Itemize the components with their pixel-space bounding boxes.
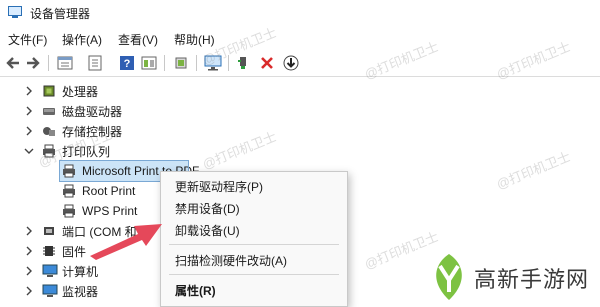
logo-text: 高新手游网 [474, 267, 590, 292]
menu-update-driver[interactable]: 更新驱动程序(P) [175, 178, 263, 195]
menu-view[interactable]: 查看(V) [118, 31, 158, 48]
help-icon[interactable]: ? [118, 54, 136, 72]
tree-item-label: 固件 [62, 244, 87, 259]
back-arrow-icon[interactable] [4, 54, 22, 72]
tree-item-printer-root[interactable]: Root Print [62, 181, 135, 201]
disk-drive-icon [42, 104, 56, 118]
tree-item-label: 处理器 [62, 84, 99, 99]
menu-bar: 文件(F) 操作(A) 查看(V) 帮助(H) [0, 28, 600, 50]
tree-item-computer[interactable]: 计算机 [42, 261, 98, 281]
monitor-icon [42, 284, 58, 298]
context-menu: 更新驱动程序(P) 禁用设备(D) 卸载设备(U) 扫描检测硬件改动(A) 属性… [160, 171, 348, 307]
computer-icon [42, 264, 58, 278]
properties-icon[interactable] [56, 54, 74, 72]
chevron-right-icon[interactable] [24, 126, 34, 136]
firmware-icon [42, 244, 56, 258]
menu-disable-device[interactable]: 禁用设备(D) [175, 200, 240, 217]
device-manager-icon [8, 6, 22, 18]
site-logo: 高新手游网 [418, 248, 600, 306]
tree-item-label: Root Print [82, 184, 136, 198]
svg-text:?: ? [124, 58, 131, 70]
menu-separator [169, 244, 339, 245]
tree-item-monitors[interactable]: 监视器 [42, 281, 98, 301]
update-driver-icon[interactable] [86, 54, 104, 72]
menu-action[interactable]: 操作(A) [62, 31, 102, 48]
menu-uninstall-device[interactable]: 卸载设备(U) [175, 222, 240, 239]
chevron-right-icon[interactable] [24, 246, 34, 256]
chevron-right-icon[interactable] [24, 286, 34, 296]
tree-item-processor[interactable]: 处理器 [42, 81, 98, 101]
menu-help[interactable]: 帮助(H) [174, 31, 215, 48]
scan-hardware-icon[interactable] [172, 54, 190, 72]
leaf-logo-icon [436, 254, 462, 300]
processor-icon [42, 84, 56, 98]
toolbar-separator [196, 55, 197, 71]
menu-file[interactable]: 文件(F) [8, 31, 47, 48]
uninstall-x-icon[interactable] [258, 54, 276, 72]
menu-separator [169, 274, 339, 275]
red-arrow-icon [90, 224, 162, 260]
forward-arrow-icon[interactable] [24, 54, 42, 72]
menu-properties[interactable]: 属性(R) [175, 282, 216, 299]
toolbar-separator [48, 55, 49, 71]
menu-scan-hardware[interactable]: 扫描检测硬件改动(A) [175, 252, 287, 269]
chevron-right-icon[interactable] [24, 106, 34, 116]
printer-icon [62, 184, 76, 198]
port-icon [42, 224, 56, 238]
printer-icon [62, 164, 76, 178]
chevron-right-icon[interactable] [24, 226, 34, 236]
title-bar: 设备管理器 [0, 0, 600, 26]
tree-item-label: 磁盘驱动器 [62, 104, 123, 119]
tree-item-label: 监视器 [62, 284, 99, 299]
download-icon[interactable] [282, 54, 300, 72]
window-title: 设备管理器 [30, 7, 91, 21]
printer-icon [62, 204, 76, 218]
chevron-right-icon[interactable] [24, 266, 34, 276]
tree-item-firmware[interactable]: 固件 [42, 241, 86, 261]
tree-item-disk-drives[interactable]: 磁盘驱动器 [42, 101, 122, 121]
view-icon[interactable] [140, 54, 158, 72]
tree-item-label: 计算机 [62, 264, 99, 279]
chevron-down-icon[interactable] [24, 146, 34, 156]
toolbar-separator [164, 55, 165, 71]
chevron-right-icon[interactable] [24, 86, 34, 96]
storage-controller-icon [42, 124, 56, 138]
